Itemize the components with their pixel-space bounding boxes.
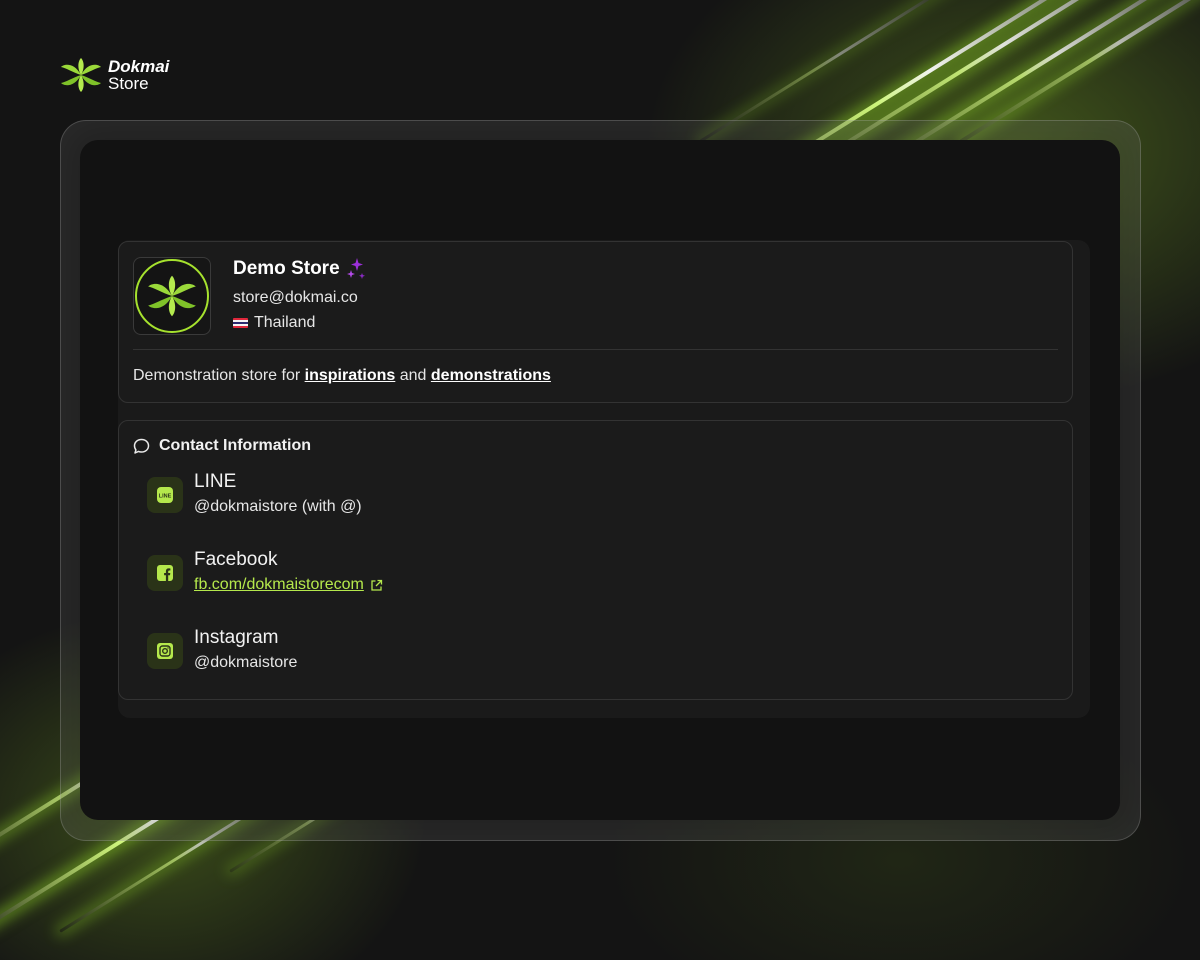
facebook-link[interactable]: fb.com/dokmaistorecom	[194, 576, 383, 594]
chat-bubble-icon	[133, 438, 150, 454]
thailand-flag-icon	[233, 318, 248, 328]
store-profile-screen: Demo Store store@dokmai.co Thailand Demo…	[80, 140, 1120, 820]
leaf-avatar-icon	[148, 275, 196, 317]
contact-instagram-title: Instagram	[194, 627, 279, 648]
divider	[133, 349, 1058, 350]
demonstrations-link[interactable]: demonstrations	[431, 367, 551, 384]
brand-name: Dokmai	[108, 57, 170, 76]
inspirations-link[interactable]: inspirations	[305, 367, 396, 384]
svg-text:LINE: LINE	[159, 494, 172, 500]
facebook-link-text[interactable]: fb.com/dokmaistorecom	[194, 576, 364, 594]
instagram-icon	[147, 633, 183, 669]
avatar-ring	[135, 259, 209, 333]
external-link-icon[interactable]	[370, 579, 383, 592]
brand-subname: Store	[108, 74, 149, 93]
contact-line-value: @dokmaistore (with @)	[194, 498, 362, 515]
contact-instagram-value: @dokmaistore	[194, 654, 298, 671]
leaf-logo-icon	[61, 58, 101, 92]
store-description: Demonstration store for inspirations and…	[133, 367, 551, 385]
contact-line-title: LINE	[194, 471, 237, 492]
brand-logo[interactable]: Dokmai Store	[60, 58, 169, 92]
store-country-name: Thailand	[254, 314, 316, 331]
store-avatar	[133, 257, 211, 335]
description-text: Demonstration store for	[133, 367, 305, 384]
description-text: and	[395, 367, 431, 384]
sparkle-icon	[346, 258, 365, 279]
contact-facebook-title: Facebook	[194, 549, 278, 570]
facebook-icon	[147, 555, 183, 591]
store-name: Demo Store	[233, 258, 340, 279]
contact-card: Contact Information LINE LINE @dokmaisto…	[118, 420, 1073, 700]
store-info-card: Demo Store store@dokmai.co Thailand Demo…	[118, 241, 1073, 403]
store-email: store@dokmai.co	[233, 289, 358, 306]
line-icon: LINE	[147, 477, 183, 513]
contact-heading: Contact Information	[159, 437, 311, 454]
contact-header: Contact Information	[133, 437, 311, 455]
store-country: Thailand	[233, 314, 315, 332]
contact-item-facebook: Facebook fb.com/dokmaistorecom	[147, 549, 383, 594]
contact-item-instagram: Instagram @dokmaistore	[147, 627, 297, 672]
contact-item-line: LINE LINE @dokmaistore (with @)	[147, 471, 362, 516]
